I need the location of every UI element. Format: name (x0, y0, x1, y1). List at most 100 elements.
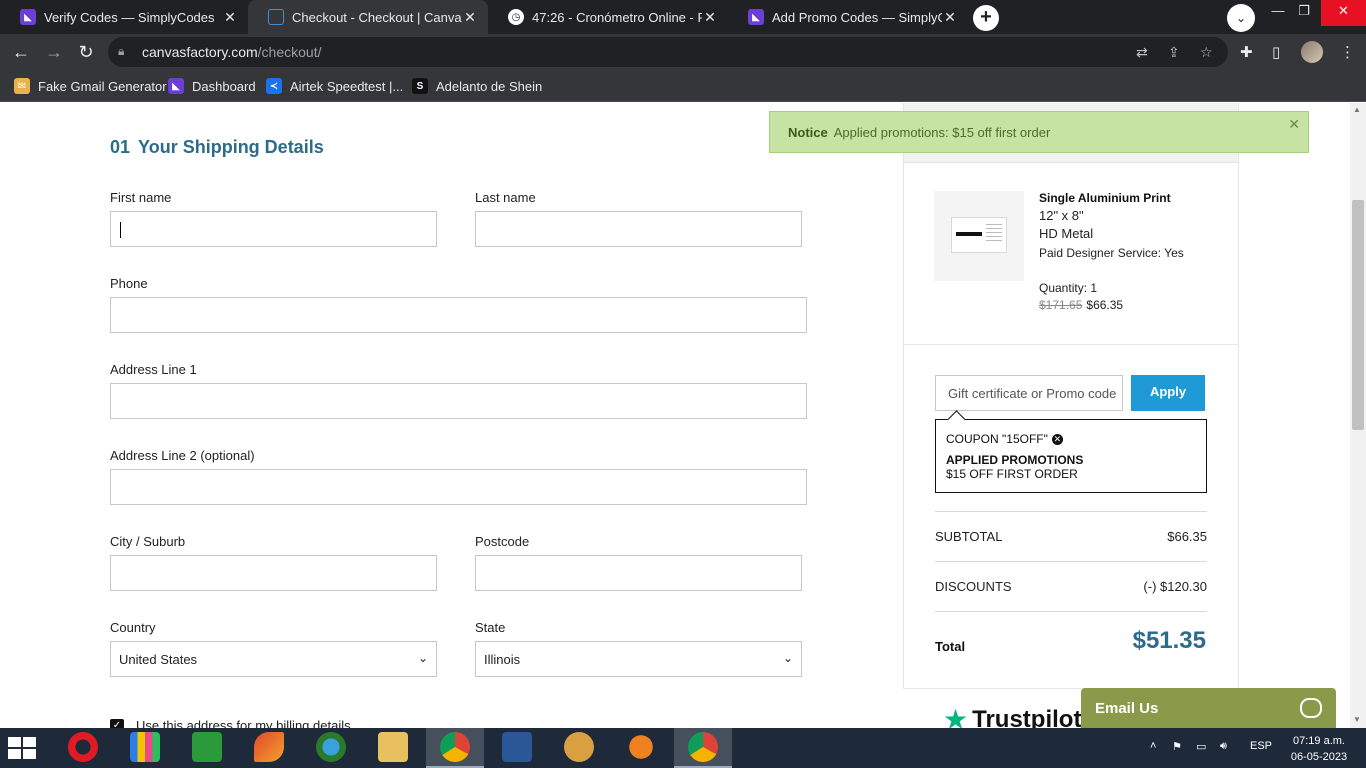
divider (904, 344, 1238, 345)
file-explorer-icon[interactable] (378, 732, 408, 762)
restore-button[interactable]: ❐ (1286, 0, 1322, 26)
tab-add-promo-codes[interactable]: ◣ Add Promo Codes — SimplyCodes ✕ (728, 0, 968, 34)
close-tab-icon[interactable]: ✕ (222, 9, 238, 26)
ccleaner-icon[interactable] (254, 732, 284, 762)
system-clock[interactable]: 07:19 a.m. 06-05-2023 (1285, 733, 1353, 765)
divider (935, 611, 1207, 612)
shein-icon: S (412, 78, 428, 94)
trustpilot-text: Trustpilot (972, 705, 1082, 729)
flag-icon[interactable]: ⚑ (1172, 740, 1182, 753)
product-price: $171.65 $66.35 (1039, 298, 1123, 312)
product-material: HD Metal (1039, 226, 1094, 241)
download-manager-icon[interactable] (316, 732, 346, 762)
remove-coupon-icon[interactable]: ✕ (1051, 433, 1063, 445)
product-size: 12" x 8" (1039, 208, 1084, 223)
chrome-icon[interactable] (440, 732, 470, 762)
applied-promotion-item: $15 OFF FIRST ORDER (946, 467, 1078, 481)
notice-title: Notice (788, 125, 828, 140)
coupon-label: COUPON "15OFF" (946, 432, 1048, 446)
share-icon[interactable]: ⇪ (1168, 44, 1180, 61)
address-bar[interactable]: 🔒︎ canvasfactory.com/checkout/ ⇄ ⇪ ☆ (108, 37, 1228, 67)
scrollbar-thumb[interactable] (1352, 200, 1364, 430)
browser-toolbar: ← → ↻ 🔒︎ canvasfactory.com/checkout/ ⇄ ⇪… (0, 34, 1366, 70)
opera-icon[interactable] (68, 732, 98, 762)
country-select[interactable]: United States ⌄ (110, 641, 437, 677)
last-name-field[interactable] (475, 211, 802, 247)
phone-input[interactable] (111, 298, 806, 332)
billing-checkbox[interactable]: ✓ (110, 719, 124, 728)
bookmark-shein[interactable]: S Adelanto de Shein (412, 78, 542, 94)
tab-title: 47:26 - Cronómetro Online - Relo (532, 9, 702, 25)
address-line-2-input[interactable] (111, 470, 806, 504)
profile-avatar[interactable] (1301, 41, 1323, 63)
app-icon[interactable] (130, 732, 160, 762)
translate-icon[interactable]: ⇄ (1136, 44, 1148, 61)
state-select[interactable]: Illinois ⌄ (475, 641, 802, 677)
apply-button[interactable]: Apply (1131, 375, 1205, 411)
first-name-input[interactable] (111, 212, 436, 246)
volume-icon[interactable]: 🔊︎ (1220, 740, 1227, 753)
city-input[interactable] (111, 556, 436, 590)
lock-icon[interactable]: 🔒︎ (118, 44, 124, 59)
url-text: canvasfactory.com/checkout/ (142, 44, 322, 60)
address-line-1-field[interactable] (110, 383, 807, 419)
tab-verify-codes[interactable]: ◣ Verify Codes — SimplyCodes ✕ (0, 0, 248, 34)
postcode-input[interactable] (476, 556, 801, 590)
menu-icon[interactable]: ⋮ (1340, 43, 1355, 61)
tab-cronometro[interactable]: ◷ 47:26 - Cronómetro Online - Relo ✕ (488, 0, 728, 34)
side-panel-icon[interactable]: ▯ (1272, 43, 1280, 61)
forward-button[interactable]: → (42, 40, 66, 64)
page-scrollbar[interactable]: ▲ ▼ (1350, 103, 1366, 728)
envelope-icon: ✉ (14, 78, 30, 94)
phone-field[interactable] (110, 297, 807, 333)
scroll-down-icon[interactable]: ▼ (1353, 715, 1361, 724)
tab-search-button[interactable]: ⌄ (1227, 4, 1255, 32)
close-tab-icon[interactable]: ✕ (942, 9, 958, 26)
star-icon: ★ (943, 704, 969, 728)
word-icon[interactable] (502, 732, 532, 762)
trustpilot-logo[interactable]: ★ Trustpilot (943, 703, 1081, 728)
bookmark-fake-gmail[interactable]: ✉ Fake Gmail Generator (14, 78, 167, 94)
postcode-field[interactable] (475, 555, 802, 591)
simplycodes-icon: ◣ (168, 78, 184, 94)
close-icon[interactable]: ✕ (1288, 116, 1300, 133)
email-us-widget[interactable]: Email Us (1081, 688, 1336, 728)
network-icon[interactable]: ▭ (1196, 740, 1206, 753)
clock-time: 07:19 a.m. (1293, 735, 1345, 747)
chevron-up-icon[interactable]: ˄ (1150, 740, 1156, 752)
spreadsheet-app-icon[interactable] (192, 732, 222, 762)
bookmark-dashboard[interactable]: ◣ Dashboard (168, 78, 256, 94)
back-button[interactable]: ← (9, 40, 33, 64)
first-name-field[interactable] (110, 211, 437, 247)
bookmark-star-icon[interactable]: ☆ (1200, 44, 1213, 61)
promo-code-input[interactable]: Gift certificate or Promo code (935, 375, 1123, 411)
last-name-input[interactable] (476, 212, 801, 246)
tab-checkout[interactable]: Checkout - Checkout | Canvas Fa ✕ (248, 0, 488, 34)
address-line-1-input[interactable] (111, 384, 806, 418)
close-tab-icon[interactable]: ✕ (462, 9, 478, 26)
close-window-button[interactable]: ✕ (1321, 0, 1366, 26)
city-field[interactable] (110, 555, 437, 591)
extensions-icon[interactable]: ✚ (1240, 43, 1253, 61)
chevron-down-icon: ⌄ (417, 651, 428, 665)
windows-taskbar: ˄ ⚑ ▭ 🔊︎ ESP 07:19 a.m. 06-05-2023 (0, 728, 1366, 768)
tab-strip: ◣ Verify Codes — SimplyCodes ✕ Checkout … (0, 0, 1366, 34)
chrome-icon[interactable] (688, 732, 718, 762)
windows-start-icon[interactable] (8, 737, 38, 759)
bookmarks-bar: ✉ Fake Gmail Generator ◣ Dashboard ≺ Air… (0, 70, 1366, 102)
app-icon[interactable] (564, 732, 594, 762)
language-indicator[interactable]: ESP (1250, 740, 1272, 752)
text-caret (120, 222, 121, 238)
last-name-label: Last name (475, 190, 536, 205)
state-value: Illinois (484, 652, 521, 667)
address-line-2-field[interactable] (110, 469, 807, 505)
close-tab-icon[interactable]: ✕ (702, 9, 718, 26)
reload-button[interactable]: ↻ (74, 40, 98, 64)
product-thumbnail (934, 191, 1024, 281)
scroll-up-icon[interactable]: ▲ (1353, 105, 1361, 114)
divider (935, 561, 1207, 562)
airtek-icon: ≺ (266, 78, 282, 94)
bookmark-airtek[interactable]: ≺ Airtek Speedtest |... (266, 78, 403, 94)
app-icon[interactable] (626, 732, 656, 762)
new-tab-button[interactable]: + (973, 5, 999, 31)
